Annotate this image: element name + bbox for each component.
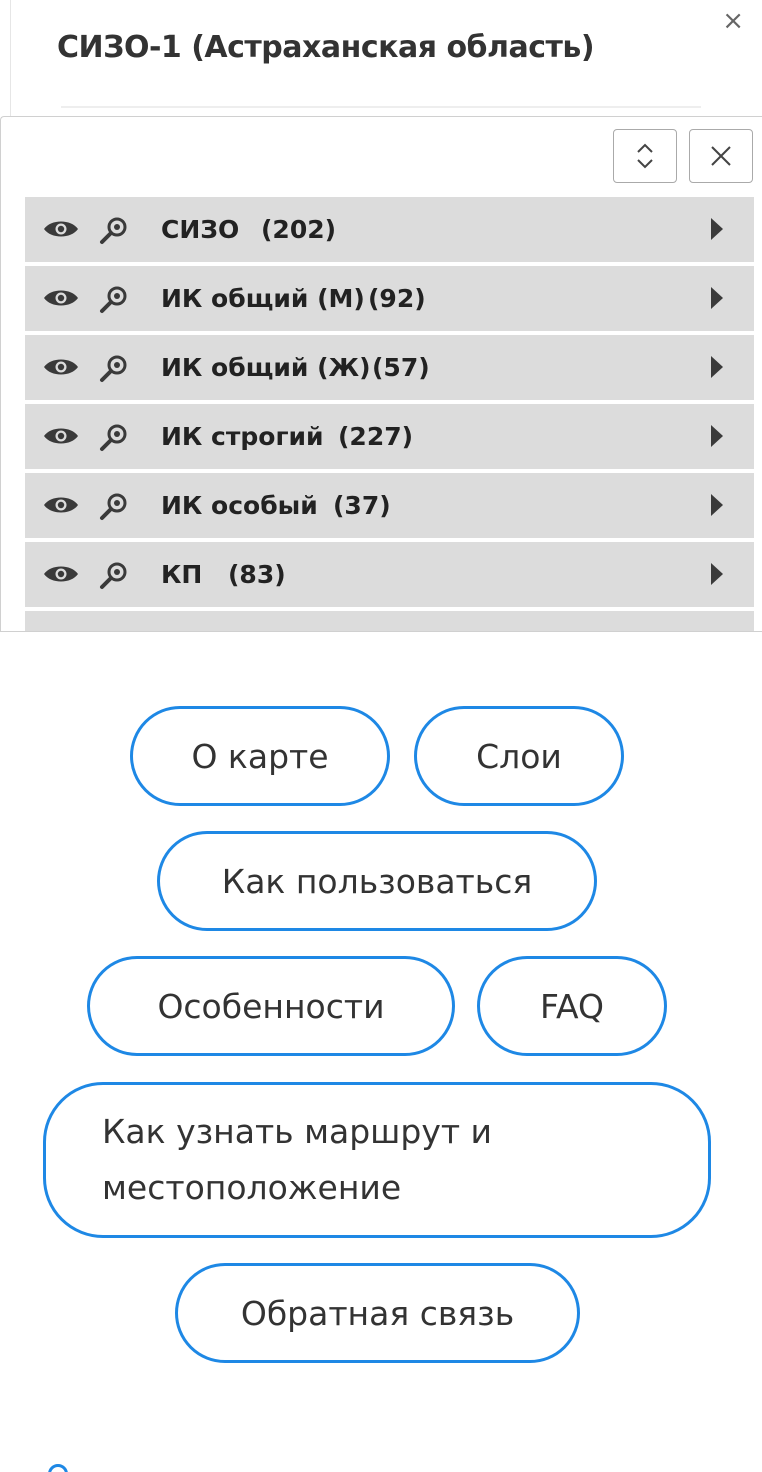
close-icon <box>711 146 731 166</box>
layer-count: (92) <box>368 284 426 313</box>
partial-element <box>48 1464 68 1472</box>
layer-count: (57) <box>372 353 430 382</box>
chevron-up-down-icon <box>637 143 653 169</box>
layer-row[interactable]: ИК общий (Ж) (57) <box>25 335 754 400</box>
zoom-icon[interactable] <box>99 284 129 314</box>
how-to-use-button[interactable]: Как пользоваться <box>157 831 597 931</box>
popup-tabs-divider <box>61 106 701 116</box>
eye-icon[interactable] <box>43 356 79 378</box>
feedback-button[interactable]: Обратная связь <box>175 1263 580 1363</box>
expand-arrow-icon[interactable] <box>710 562 724 586</box>
layer-count: (37) <box>333 491 391 520</box>
layer-row[interactable]: КП (83) <box>25 542 754 607</box>
zoom-icon[interactable] <box>99 215 129 245</box>
zoom-icon[interactable] <box>99 560 129 590</box>
layer-label: СИЗО <box>161 215 240 244</box>
eye-icon[interactable] <box>43 218 79 240</box>
popup-close-icon[interactable]: × <box>722 6 744 36</box>
expand-arrow-icon[interactable] <box>710 217 724 241</box>
eye-icon[interactable] <box>43 425 79 447</box>
layer-row[interactable]: ИК строгий (227) <box>25 404 754 469</box>
route-location-button[interactable]: Как узнать маршрут и местоположение <box>43 1082 711 1238</box>
layer-row[interactable]: ИК общий (М) (92) <box>25 266 754 331</box>
layer-label: ИК общий (М) <box>161 284 365 313</box>
layer-row[interactable]: ИК особый (37) <box>25 473 754 538</box>
features-button[interactable]: Особенности <box>87 956 455 1056</box>
layer-label: КП <box>161 560 203 589</box>
panel-close-button[interactable] <box>689 129 753 183</box>
zoom-icon[interactable] <box>99 491 129 521</box>
layers-panel: СИЗО (202) ИК общий (М) (92) ИК общий (Ж… <box>0 116 762 632</box>
layer-label: ИК общий (Ж) <box>161 353 371 382</box>
layer-list: СИЗО (202) ИК общий (М) (92) ИК общий (Ж… <box>25 197 754 631</box>
layer-row[interactable]: СИЗО (202) <box>25 197 754 262</box>
expand-arrow-icon[interactable] <box>710 424 724 448</box>
layer-label: ИК строгий <box>161 422 324 451</box>
layer-label: ИК особый <box>161 491 318 520</box>
eye-icon[interactable] <box>43 494 79 516</box>
expand-arrow-icon[interactable] <box>710 493 724 517</box>
facility-popup: СИЗО-1 (Астраханская область) × <box>10 0 762 130</box>
zoom-icon[interactable] <box>99 422 129 452</box>
popup-title: СИЗО-1 (Астраханская область) <box>57 30 595 65</box>
faq-button[interactable]: FAQ <box>477 956 667 1056</box>
eye-icon[interactable] <box>43 287 79 309</box>
layer-count: (202) <box>261 215 337 244</box>
expand-arrow-icon[interactable] <box>710 286 724 310</box>
layers-button[interactable]: Слои <box>414 706 624 806</box>
about-map-button[interactable]: О карте <box>130 706 390 806</box>
layer-count: (227) <box>338 422 414 451</box>
expand-collapse-button[interactable] <box>613 129 677 183</box>
expand-arrow-icon[interactable] <box>710 355 724 379</box>
eye-icon[interactable] <box>43 563 79 585</box>
layer-row-partial[interactable] <box>25 611 754 631</box>
zoom-icon[interactable] <box>99 353 129 383</box>
layer-count: (83) <box>228 560 286 589</box>
